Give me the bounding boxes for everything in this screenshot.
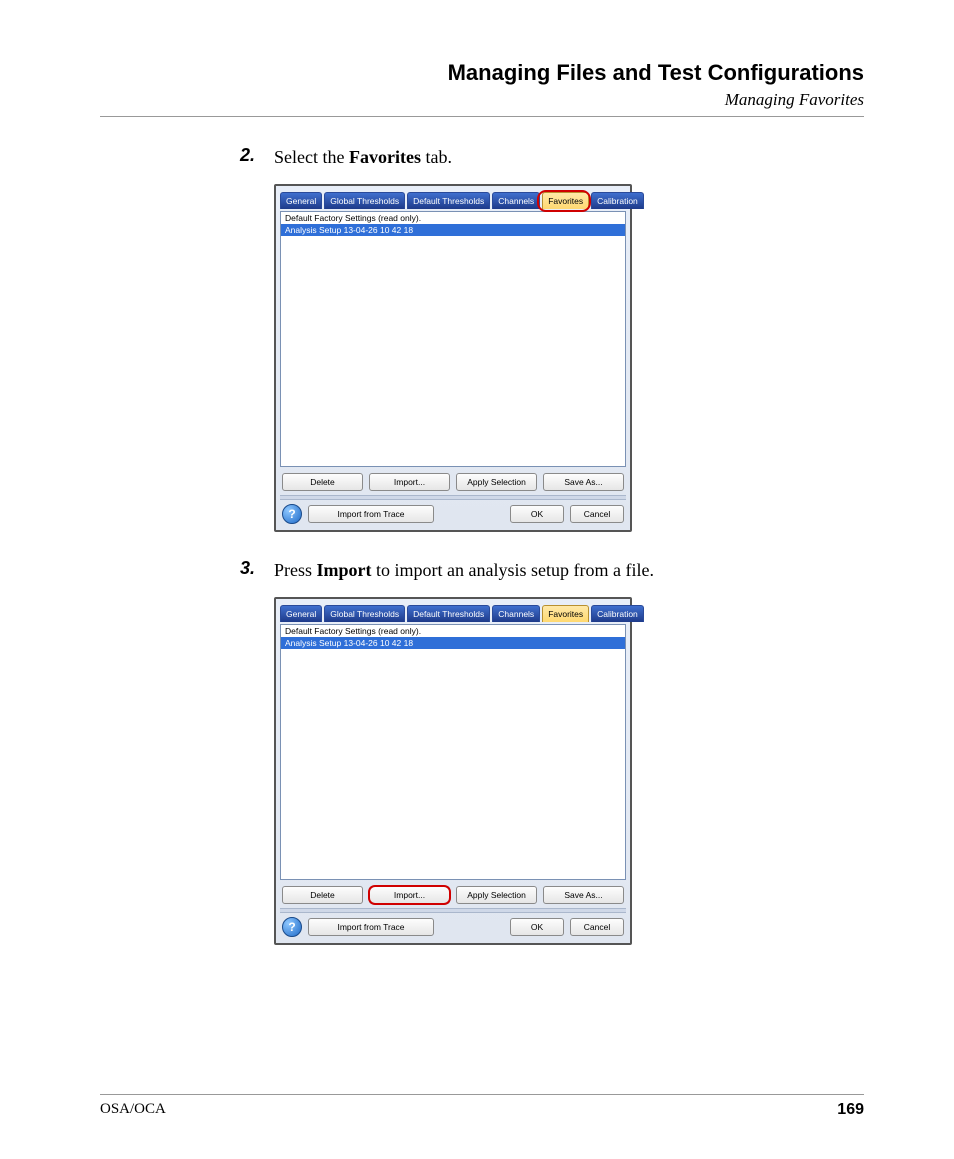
tab-favorites-label: Favorites <box>548 196 583 206</box>
save-as-button[interactable]: Save As... <box>543 886 624 904</box>
tab-global-thresholds[interactable]: Global Thresholds <box>324 605 405 622</box>
page-title: Managing Files and Test Configurations <box>100 60 864 86</box>
apply-selection-button[interactable]: Apply Selection <box>456 886 537 904</box>
page-header: Managing Files and Test Configurations M… <box>100 60 864 110</box>
step-3: 3. Press Import to import an analysis se… <box>240 558 864 583</box>
cancel-button[interactable]: Cancel <box>570 918 624 936</box>
tab-general[interactable]: General <box>280 192 322 209</box>
step-2: 2. Select the Favorites tab. <box>240 145 864 170</box>
tab-favorites[interactable]: Favorites <box>542 605 589 622</box>
tab-calibration[interactable]: Calibration <box>591 192 644 209</box>
import-from-trace-button[interactable]: Import from Trace <box>308 505 434 523</box>
page-footer: OSA/OCA 169 <box>100 1086 864 1119</box>
dialog-bottom-row: ? Import from Trace OK Cancel <box>276 500 630 530</box>
step-number: 2. <box>240 145 274 170</box>
header-rule <box>100 116 864 117</box>
tab-bar: General Global Thresholds Default Thresh… <box>276 186 630 209</box>
step-2-post: tab. <box>421 147 452 167</box>
action-button-row: Delete Import... Apply Selection Save As… <box>276 884 630 908</box>
import-button[interactable]: Import... <box>369 886 450 904</box>
favorites-list[interactable]: Default Factory Settings (read only). An… <box>280 211 626 467</box>
action-button-row: Delete Import... Apply Selection Save As… <box>276 471 630 495</box>
page-subtitle: Managing Favorites <box>100 90 864 110</box>
tab-default-thresholds[interactable]: Default Thresholds <box>407 192 490 209</box>
tab-general[interactable]: General <box>280 605 322 622</box>
help-icon[interactable]: ? <box>282 504 302 524</box>
favorites-list[interactable]: Default Factory Settings (read only). An… <box>280 624 626 880</box>
tab-default-thresholds[interactable]: Default Thresholds <box>407 605 490 622</box>
import-button-label: Import... <box>394 890 425 900</box>
step-3-post: to import an analysis setup from a file. <box>372 560 654 580</box>
help-icon[interactable]: ? <box>282 917 302 937</box>
footer-rule <box>100 1094 864 1095</box>
step-number: 3. <box>240 558 274 583</box>
tab-favorites[interactable]: Favorites <box>542 192 589 209</box>
tab-bar: General Global Thresholds Default Thresh… <box>276 599 630 622</box>
list-item-selected[interactable]: Analysis Setup 13-04-26 10 42 18 <box>281 637 625 649</box>
dialog-favorites-tab: General Global Thresholds Default Thresh… <box>274 184 632 532</box>
step-text: Press Import to import an analysis setup… <box>274 558 654 583</box>
dialog-import-button: General Global Thresholds Default Thresh… <box>274 597 632 945</box>
tab-calibration[interactable]: Calibration <box>591 605 644 622</box>
ok-button[interactable]: OK <box>510 505 564 523</box>
list-item[interactable]: Default Factory Settings (read only). <box>281 625 625 637</box>
apply-selection-button[interactable]: Apply Selection <box>456 473 537 491</box>
delete-button[interactable]: Delete <box>282 473 363 491</box>
step-3-bold: Import <box>317 560 372 580</box>
footer-product: OSA/OCA <box>100 1101 166 1119</box>
dialog-bottom-row: ? Import from Trace OK Cancel <box>276 913 630 943</box>
list-item[interactable]: Default Factory Settings (read only). <box>281 212 625 224</box>
tab-global-thresholds[interactable]: Global Thresholds <box>324 192 405 209</box>
import-from-trace-button[interactable]: Import from Trace <box>308 918 434 936</box>
tab-channels[interactable]: Channels <box>492 192 540 209</box>
save-as-button[interactable]: Save As... <box>543 473 624 491</box>
page-number: 169 <box>837 1101 864 1119</box>
import-button[interactable]: Import... <box>369 473 450 491</box>
step-3-pre: Press <box>274 560 317 580</box>
cancel-button[interactable]: Cancel <box>570 505 624 523</box>
ok-button[interactable]: OK <box>510 918 564 936</box>
step-text: Select the Favorites tab. <box>274 145 452 170</box>
tab-channels[interactable]: Channels <box>492 605 540 622</box>
delete-button[interactable]: Delete <box>282 886 363 904</box>
list-item-selected[interactable]: Analysis Setup 13-04-26 10 42 18 <box>281 224 625 236</box>
step-2-pre: Select the <box>274 147 349 167</box>
step-2-bold: Favorites <box>349 147 421 167</box>
